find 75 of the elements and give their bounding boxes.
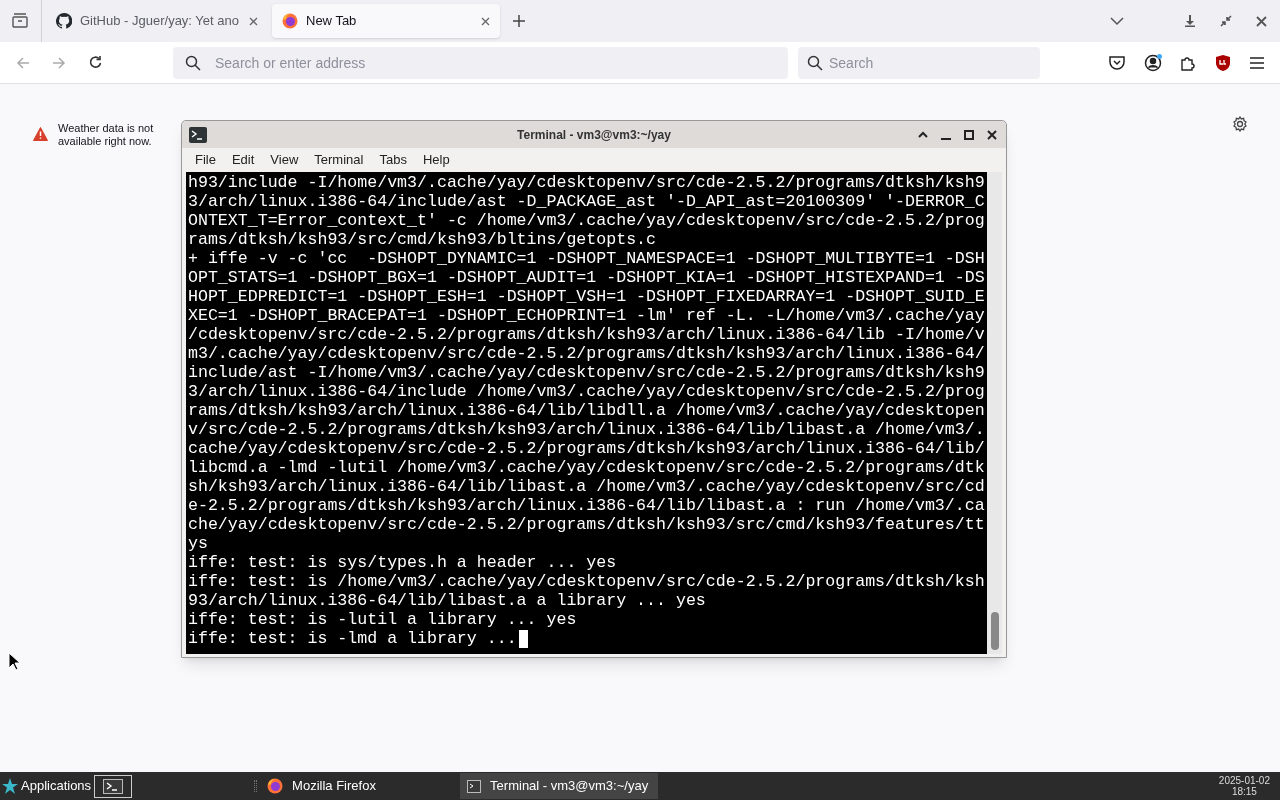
browser-tab[interactable]: New Tab — [272, 4, 500, 38]
terminal-line: ONTEXT_T=Error_context_t' -c /home/vm3/.cache/yay/cdesktopenv/src/cde-2.5.2/prog — [188, 211, 985, 230]
menu-item[interactable]: Help — [414, 150, 458, 170]
terminal-line: /cdesktopenv/src/cde-2.5.2/programs/dtksh/ksh93/arch/linux.i386-64/lib -I/home/v — [188, 325, 985, 344]
close-icon[interactable] — [481, 16, 490, 26]
address-bar[interactable]: Search or enter address — [173, 46, 788, 79]
search-icon — [185, 54, 201, 71]
terminal-line: ys — [188, 534, 208, 553]
menu-item[interactable]: Tabs — [371, 150, 415, 170]
terminal-line: cache/yay/cdesktopenv/src/cde-2.5.2/programs/dtksh/ksh93/arch/linux.i386-64/lib/ — [188, 439, 985, 458]
terminal-line: + iffe -v -c 'cc -DSHOPT_DYNAMIC=1 -DSHOPT_NAMESPACE=1 -DSHOPT_MULTIBYTE=1 -DSH — [188, 249, 985, 268]
terminal-line: 3/arch/linux.i386-64/include /home/vm3/.cache/yay/cdesktopenv/src/cde-2.5.2/prog — [188, 382, 985, 401]
applications-menu-button[interactable]: Applications — [0, 772, 92, 800]
firefox-icon — [282, 13, 298, 29]
terminal-line: rams/dtksh/ksh93/arch/linux.i386-64/lib/libdll.a /home/vm3/.cache/yay/cdesktopen — [188, 401, 985, 420]
shade-icon[interactable] — [918, 131, 928, 138]
terminal-line: rams/dtksh/ksh93/src/cmd/ksh93/bltins/getopts.c — [188, 230, 657, 249]
close-icon[interactable] — [249, 16, 258, 26]
terminal-line: h93/include -I/home/vm3/.cache/yay/cdesktopenv/src/cde-2.5.2/programs/dtksh/ksh9 — [188, 173, 985, 192]
date-label: 2025-01-02 — [1218, 775, 1270, 786]
github-icon — [56, 13, 72, 29]
menu-item[interactable]: View — [262, 150, 307, 170]
terminal-icon — [189, 126, 207, 143]
star-icon — [2, 778, 18, 794]
terminal-line: HOPT_EDPREDICT=1 -DSHOPT_ESH=1 -DSHOPT_VSH=1 -DSHOPT_FIXEDARRAY=1 -DSHOPT_SUID_E — [188, 287, 985, 306]
reload-icon[interactable] — [88, 55, 103, 70]
menu-item[interactable]: File — [187, 150, 224, 170]
tab-list-icon[interactable] — [11, 12, 29, 30]
terminal-icon — [467, 779, 482, 793]
new-tab-icon[interactable] — [512, 14, 526, 28]
search-field[interactable]: Search — [798, 46, 1040, 79]
tab-title: GitHub - Jguer/yay: Yet ano — [80, 12, 240, 31]
terminal-line: 3/arch/linux.i386-64/include/ast -D_PACKAGE_ast '-D_API_ast=20100309' '-DERROR_C — [188, 192, 985, 211]
terminal-line: OPT_STATS=1 -DSHOPT_BGX=1 -DSHOPT_AUDIT=1 -DSHOPT_KIA=1 -DSHOPT_HISTEXPAND=1 -DS — [188, 268, 985, 287]
weather-message: Weather data is not available right now. — [58, 122, 155, 148]
window-title: Terminal - vm3@vm3:~/yay — [516, 126, 672, 144]
search-icon — [807, 54, 823, 71]
taskbar-window-button[interactable]: Terminal - vm3@vm3:~/yay — [460, 773, 659, 799]
menu-item[interactable]: Edit — [223, 150, 263, 170]
browser-tab[interactable]: GitHub - Jguer/yay: Yet ano — [46, 4, 268, 38]
warning-icon — [33, 127, 48, 141]
terminal-line: e-2.5.2/programs/dtksh/ksh93/arch/linux.i386-64/lib/libast.a : run /home/vm3/.ca — [188, 496, 985, 515]
chevron-down-icon[interactable] — [1110, 16, 1124, 26]
terminal-line: v/src/cde-2.5.2/programs/dtksh/ksh93/arch/linux.i386-64/lib/libast.a /home/vm3/. — [188, 420, 985, 439]
settings-icon[interactable] — [1232, 116, 1248, 132]
menu-item[interactable]: Terminal — [306, 150, 372, 170]
terminal-line: libcmd.a -lmd -lutil /home/vm3/.cache/yay/cdesktopenv/src/cde-2.5.2/programs/dtk — [188, 458, 985, 477]
terminal-line: iffe: test: is sys/types.h a header ... yes — [188, 553, 617, 572]
terminal-launcher[interactable] — [94, 774, 133, 798]
terminal-line: iffe: test: is -lmd a library ... — [188, 629, 517, 648]
clock: 18:15 — [1231, 786, 1257, 797]
terminal-line: 93/arch/linux.i386-64/lib/libast.a a library ... yes — [188, 591, 706, 610]
terminal-line: che/yay/cdesktopenv/src/cde-2.5.2/programs/dtksh/ksh93/src/cmd/ksh93/features/tt — [188, 515, 985, 534]
terminal-icon — [103, 778, 124, 794]
puzzle-icon[interactable] — [1180, 54, 1196, 71]
mouse-pointer-icon — [8, 652, 20, 671]
pocket-icon[interactable] — [1109, 55, 1125, 70]
close-icon[interactable] — [1256, 15, 1267, 27]
terminal-line: XEC=1 -DSHOPT_BRACEPAT=1 -DSHOPT_ECHOPRINT=1 -lm' ref -L. -L/home/vm3/.cache/yay — [188, 306, 985, 325]
terminal-line: sh/ksh93/arch/linux.i386-64/lib/libast.a /home/vm3/.cache/yay/cdesktopenv/src/cd — [188, 477, 985, 496]
menu-icon[interactable] — [1250, 56, 1264, 69]
shield-icon[interactable] — [1215, 53, 1231, 72]
terminal-line: m3/.cache/yay/cdesktopenv/src/cde-2.5.2/programs/dtksh/ksh93/arch/linux.i386-64/ — [188, 344, 985, 363]
close-icon[interactable] — [987, 129, 997, 140]
firefox-icon — [267, 778, 284, 794]
download-icon[interactable] — [1184, 15, 1196, 27]
terminal-line: include/ast -I/home/vm3/.cache/yay/cdesktopenv/src/cde-2.5.2/programs/dtksh/ksh9 — [188, 363, 985, 382]
scrollbar[interactable] — [987, 172, 1002, 654]
account-icon[interactable] — [1144, 53, 1163, 72]
maximize-icon[interactable] — [964, 129, 974, 140]
text-cursor — [518, 629, 528, 648]
tab-title: New Tab — [306, 12, 358, 31]
terminal-line: iffe: test: is /home/vm3/.cache/yay/cdesktopenv/src/cde-2.5.2/programs/dtksh/ksh — [188, 572, 985, 591]
terminal-line: iffe: test: is -lutil a library ... yes — [188, 610, 577, 629]
restore-icon[interactable] — [1220, 15, 1232, 27]
